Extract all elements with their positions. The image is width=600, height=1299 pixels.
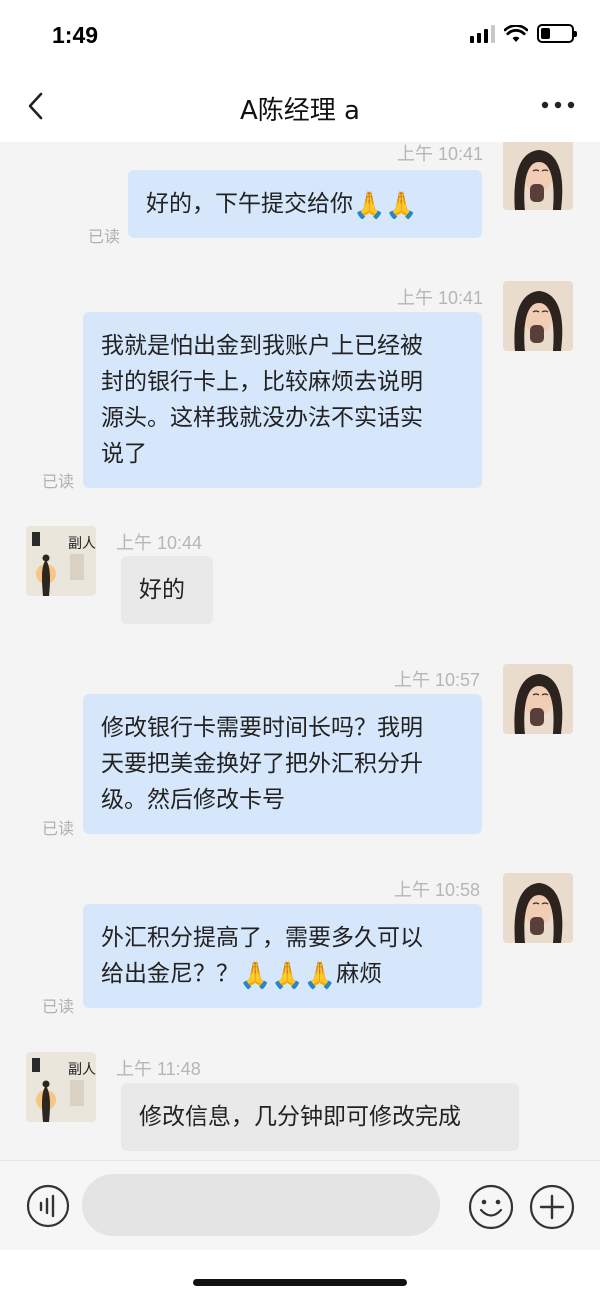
home-indicator-area xyxy=(0,1250,600,1299)
message-text: 我就是怕出金到我账户上已经被 xyxy=(101,333,423,359)
message-text: 天要把美金换好了把外汇积分升 xyxy=(101,751,423,777)
my-avatar[interactable] xyxy=(503,281,573,351)
chat-area[interactable]: 上午 10:41 好的，下午提交给你🙏🙏 已读 上午 10:41 我就是怕出金到… xyxy=(0,142,600,1160)
message-bubble-out[interactable]: 修改银行卡需要时间长吗？我明 天要把美金换好了把外汇积分升 级。然后修改卡号 xyxy=(83,694,482,834)
message-text: 好的，下午提交给你 xyxy=(146,191,353,217)
my-avatar[interactable] xyxy=(503,142,573,210)
message-timestamp: 上午 10:57 xyxy=(394,670,481,690)
my-avatar[interactable] xyxy=(503,664,573,734)
message-timestamp: 上午 10:41 xyxy=(397,288,484,308)
message-text: 封的银行卡上，比较麻烦去说明 xyxy=(101,369,423,395)
message-timestamp: 上午 10:44 xyxy=(116,533,203,553)
emoji-icon[interactable] xyxy=(468,1184,514,1230)
message-bubble-out[interactable]: 好的，下午提交给你🙏🙏 xyxy=(128,170,482,238)
nav-bar: A陈经理 a xyxy=(0,70,600,142)
message-text: 麻烦 xyxy=(336,961,383,987)
input-bar xyxy=(0,1160,600,1250)
svg-text:副人: 副人 xyxy=(68,1062,96,1078)
message-text: 源头。这样我就没办法不实话实 xyxy=(101,405,423,431)
message-text: 级。然后修改卡号 xyxy=(101,787,285,813)
message-text: 说了 xyxy=(101,441,147,467)
message-timestamp: 上午 11:48 xyxy=(116,1059,201,1079)
wifi-icon xyxy=(504,24,528,42)
read-receipt: 已读 xyxy=(42,472,75,491)
signal-icon xyxy=(470,24,495,43)
svg-text:副人: 副人 xyxy=(68,536,96,552)
folded-hands-emoji: 🙏🙏🙏 xyxy=(239,961,337,991)
message-text: 外汇积分提高了，需要多久可以 xyxy=(101,925,423,951)
message-bubble-in[interactable]: 修改信息，几分钟即可修改完成 xyxy=(121,1083,519,1151)
battery-icon xyxy=(537,24,577,43)
read-receipt: 已读 xyxy=(42,997,75,1016)
chat-title: A陈经理 a xyxy=(240,96,360,126)
more-dots-icon[interactable] xyxy=(540,98,576,112)
voice-icon[interactable] xyxy=(26,1184,70,1228)
message-timestamp: 上午 10:58 xyxy=(394,880,481,900)
folded-hands-emoji: 🙏🙏 xyxy=(353,191,418,221)
read-receipt: 已读 xyxy=(88,227,121,246)
status-icons xyxy=(470,24,577,43)
plus-icon[interactable] xyxy=(529,1184,575,1230)
message-text: 给出金尼？？ xyxy=(101,961,239,987)
message-text: 修改信息，几分钟即可修改完成 xyxy=(139,1104,461,1130)
message-text: 好的 xyxy=(139,577,185,603)
message-text: 修改银行卡需要时间长吗？我明 xyxy=(101,715,423,741)
status-bar: 1:49 xyxy=(0,0,600,70)
my-avatar[interactable] xyxy=(503,873,573,943)
contact-avatar[interactable]: 副人 xyxy=(26,526,96,596)
contact-avatar[interactable]: 副人 xyxy=(26,1052,96,1122)
message-bubble-in[interactable]: 好的 xyxy=(121,556,213,624)
message-bubble-out[interactable]: 外汇积分提高了，需要多久可以 给出金尼？？🙏🙏🙏麻烦 xyxy=(83,904,482,1008)
home-indicator[interactable] xyxy=(193,1279,407,1286)
message-input[interactable] xyxy=(82,1174,440,1236)
message-timestamp: 上午 10:41 xyxy=(397,144,484,164)
read-receipt: 已读 xyxy=(42,819,75,838)
message-bubble-out[interactable]: 我就是怕出金到我账户上已经被 封的银行卡上，比较麻烦去说明 源头。这样我就没办法… xyxy=(83,312,482,488)
status-time: 1:49 xyxy=(52,22,99,48)
